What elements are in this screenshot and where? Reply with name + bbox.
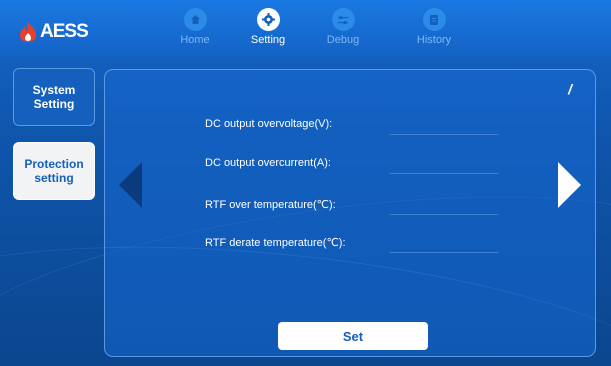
tab-setting-label: Setting (250, 34, 286, 46)
field-label: DC output overcurrent(A): (205, 157, 331, 169)
page-indicator: / (568, 81, 572, 97)
sidebar-item-protection-setting[interactable]: Protection setting (13, 142, 95, 200)
next-page-arrow-icon[interactable] (558, 162, 581, 208)
rtf-over-temperature-input[interactable] (390, 214, 498, 215)
previous-page-arrow-icon[interactable] (119, 162, 142, 208)
field-label: RTF over temperature(℃): (205, 199, 336, 211)
tab-setting[interactable]: Setting (237, 8, 299, 56)
tab-home[interactable]: Home (164, 8, 226, 56)
dc-overvoltage-input[interactable] (390, 134, 498, 135)
sidebar-item-label-line1: Protection (24, 157, 84, 171)
top-bar: AESS Home Setting Debug History (0, 0, 611, 58)
field-row-dc-overcurrent: DC output overcurrent(A): (205, 155, 505, 175)
tab-debug-label: Debug (326, 34, 360, 46)
field-row-dc-overvoltage: DC output overvoltage(V): (205, 116, 505, 136)
protection-settings-panel: / DC output overvoltage(V): DC output ov… (104, 69, 596, 357)
field-row-rtf-over-temperature: RTF over temperature(℃): (205, 196, 505, 216)
home-icon (183, 8, 207, 31)
sidebar-item-label-line1: System (32, 83, 76, 97)
brand-logo: AESS (18, 21, 89, 43)
tab-home-label: Home (180, 34, 210, 46)
tab-history-label: History (416, 34, 452, 46)
document-icon (422, 8, 446, 31)
brand-name: AESS (40, 21, 89, 42)
dc-overcurrent-input[interactable] (390, 173, 498, 174)
rtf-derate-temperature-input[interactable] (390, 252, 498, 253)
field-label: DC output overvoltage(V): (205, 118, 333, 130)
field-label: RTF derate temperature(℃): (205, 237, 346, 249)
hmi-screen: AESS Home Setting Debug History System S… (0, 0, 611, 366)
gear-icon (256, 8, 280, 31)
flame-logo-icon (18, 21, 38, 43)
sidebar-item-label-line2: Setting (33, 97, 75, 111)
tab-debug[interactable]: Debug (312, 8, 374, 56)
tab-history[interactable]: History (403, 8, 465, 56)
set-button[interactable]: Set (278, 322, 428, 350)
field-row-rtf-derate-temperature: RTF derate temperature(℃): (205, 234, 505, 254)
sliders-icon (331, 8, 355, 31)
sidebar-item-label-line2: setting (34, 171, 74, 185)
sidebar-item-system-setting[interactable]: System Setting (13, 68, 95, 126)
